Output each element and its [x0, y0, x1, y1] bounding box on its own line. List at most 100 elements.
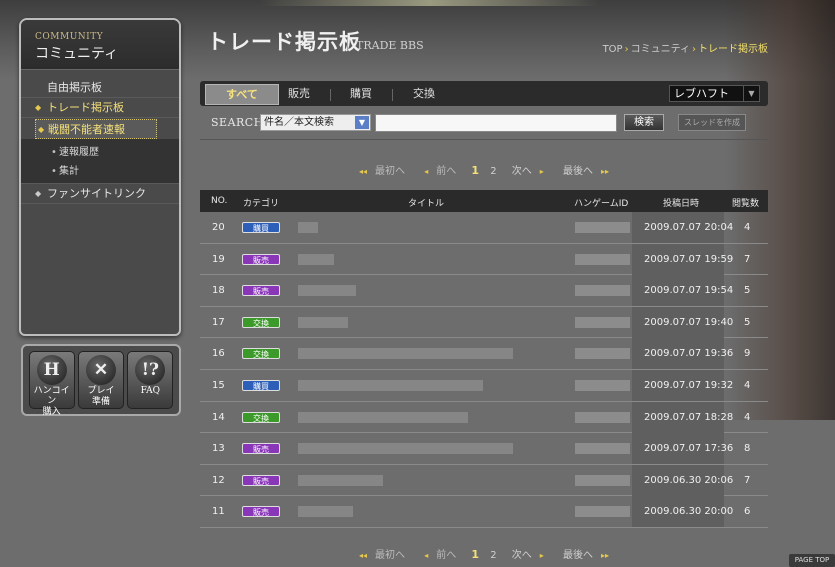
prev-page-link[interactable]: ◂ 前へ [420, 550, 460, 561]
play-setup-button[interactable]: ✕ プレイ 準備 [77, 351, 124, 409]
pagination-bottom: ◂◂ 最初へ ◂ 前へ 1 2 次へ ▸ 最後へ ▸▸ [200, 546, 768, 561]
row-user-id-blurred [575, 348, 630, 360]
row-date: 2009.07.07 19:59 [644, 253, 734, 265]
category-badge: 販売 [242, 285, 280, 297]
row-views: 4 [744, 379, 751, 391]
sidebar-header: COMMUNITY コミュニティ [21, 20, 179, 70]
category-badge: 購買 [242, 222, 280, 233]
category-badge: 販売 [242, 474, 280, 486]
search-scope-value: 件名／本文検索 [264, 117, 334, 128]
row-title-blurred[interactable] [298, 474, 383, 486]
tab-all[interactable]: すべて [205, 84, 279, 105]
next-page-link[interactable]: 次へ ▸ [508, 550, 548, 561]
icon-label: 購入 [42, 407, 61, 417]
row-title-blurred[interactable] [298, 222, 318, 233]
tab-buy[interactable]: 購買 [350, 84, 372, 104]
row-date: 2009.07.07 19:32 [644, 379, 734, 391]
last-page-link[interactable]: 最後へ ▸▸ [559, 166, 613, 177]
create-thread-button[interactable]: スレッドを作成 [678, 114, 746, 131]
row-number: 13 [212, 443, 225, 455]
row-title-blurred[interactable] [298, 506, 353, 518]
table-row[interactable]: 19 販売 2009.07.07 19:59 7 [200, 243, 768, 276]
hancoin-purchase-button[interactable]: H ハンコイン 購入 [28, 351, 75, 417]
sidebar-subitem-history[interactable]: • 速報履歴 [21, 143, 179, 162]
row-title-blurred[interactable] [298, 253, 334, 265]
search-input[interactable] [375, 114, 617, 132]
server-select[interactable]: レブハフト ▼ [669, 85, 760, 102]
diamond-bullet-icon: ◆ [35, 103, 42, 112]
tab-sell[interactable]: 販売 [288, 84, 310, 104]
category-badge: 販売 [242, 443, 280, 455]
next-page-label: 次へ [511, 166, 532, 177]
tab-exchange[interactable]: 交換 [413, 84, 435, 104]
category-badge: 販売 [242, 253, 280, 265]
row-title-blurred[interactable] [298, 348, 513, 360]
page-1-link[interactable]: 1 [471, 548, 479, 561]
breadcrumb-community[interactable]: コミュニティ [631, 44, 690, 55]
col-views: 閲覧数 [732, 199, 760, 209]
row-date: 2009.07.07 18:28 [644, 411, 734, 423]
row-title-blurred[interactable] [298, 411, 468, 423]
row-user-id-blurred [575, 474, 630, 486]
row-views: 5 [744, 285, 751, 297]
sidebar-subitem-label: 集計 [59, 166, 79, 177]
chevron-left-icon: ◂ [424, 167, 429, 176]
sidebar-item-knockout-report[interactable]: ◆ 戦闘不能者速報 [35, 119, 157, 139]
sidebar-item-trade-board[interactable]: ◆ トレード掲示板 [21, 98, 179, 118]
sidebar-item-label: 戦闘不能者速報 [48, 123, 125, 136]
last-page-link[interactable]: 最後へ ▸▸ [559, 550, 613, 561]
sidebar-menu: 自由掲示板 ◆ トレード掲示板 ◆ 戦闘不能者速報 • 速報履歴 • 集計 ◆ … [21, 70, 179, 204]
row-title-blurred[interactable] [298, 285, 356, 297]
page-2-link[interactable]: 2 [490, 166, 496, 177]
row-title-blurred[interactable] [298, 443, 513, 455]
sidebar-title-en: COMMUNITY [35, 32, 104, 42]
category-badge: 販売 [242, 506, 280, 518]
row-number: 18 [212, 285, 225, 297]
table-row[interactable]: 17 交換 2009.07.07 19:40 5 [200, 306, 768, 339]
faq-button[interactable]: !? FAQ [127, 351, 174, 409]
row-title-blurred[interactable] [298, 379, 483, 391]
prev-page-link[interactable]: ◂ 前へ [420, 166, 460, 177]
row-user-id-blurred [575, 316, 630, 328]
table-row[interactable]: 12 販売 2009.06.30 20:06 7 [200, 464, 768, 497]
table-row[interactable]: 18 販売 2009.07.07 19:54 5 [200, 275, 768, 307]
col-date: 投稿日時 [663, 199, 700, 209]
row-date: 2009.07.07 19:40 [644, 316, 734, 328]
sidebar-item-fansite-links[interactable]: ◆ ファンサイトリンク [21, 184, 179, 204]
row-user-id-blurred [575, 379, 630, 391]
first-page-link[interactable]: ◂◂ 最初へ [355, 550, 409, 561]
top-ornament-line [260, 0, 600, 6]
row-views: 6 [744, 506, 751, 518]
search-scope-select[interactable]: 件名／本文検索 ▼ [260, 114, 371, 131]
breadcrumb-top[interactable]: TOP [603, 44, 623, 55]
page-2-link[interactable]: 2 [490, 550, 496, 561]
page-1-link[interactable]: 1 [471, 164, 479, 177]
row-user-id-blurred [575, 253, 630, 265]
row-date: 2009.06.30 20:06 [644, 474, 734, 486]
sidebar-item-free-board[interactable]: 自由掲示板 [21, 78, 179, 98]
divider [200, 139, 768, 140]
next-page-link[interactable]: 次へ ▸ [508, 166, 548, 177]
table-row[interactable]: 14 交換 2009.07.07 18:28 4 [200, 401, 768, 434]
row-date: 2009.07.07 20:04 [644, 222, 734, 233]
chevron-right-icon: › [692, 44, 696, 55]
row-number: 19 [212, 253, 225, 265]
category-badge: 購買 [242, 379, 280, 391]
search-button[interactable]: 検索 [624, 114, 664, 131]
first-page-link[interactable]: ◂◂ 最初へ [355, 166, 409, 177]
row-date: 2009.07.07 17:36 [644, 443, 734, 455]
faq-icon: !? [135, 355, 166, 385]
page-subtitle: TRADE BBS [356, 39, 424, 52]
table-row[interactable]: 11 販売 2009.06.30 20:00 6 [200, 496, 768, 528]
table-row[interactable]: 15 購買 2009.07.07 19:32 4 [200, 369, 768, 402]
sidebar-item-label: 自由掲示板 [47, 81, 102, 94]
table-row[interactable]: 13 販売 2009.07.07 17:36 8 [200, 433, 768, 465]
row-title-blurred[interactable] [298, 316, 348, 328]
table-row[interactable]: 20 購買 2009.07.07 20:04 4 [200, 212, 768, 244]
table-row[interactable]: 16 交換 2009.07.07 19:36 9 [200, 338, 768, 370]
page-top-button[interactable]: PAGE TOP [789, 554, 835, 567]
table-body: 20 購買 2009.07.07 20:04 4 19 販売 2009.07.07 19:5… [200, 212, 768, 528]
sidebar-title-jp: コミュニティ [35, 46, 119, 62]
row-date: 2009.07.07 19:36 [644, 348, 734, 360]
sidebar-subitem-stats[interactable]: • 集計 [21, 162, 179, 181]
